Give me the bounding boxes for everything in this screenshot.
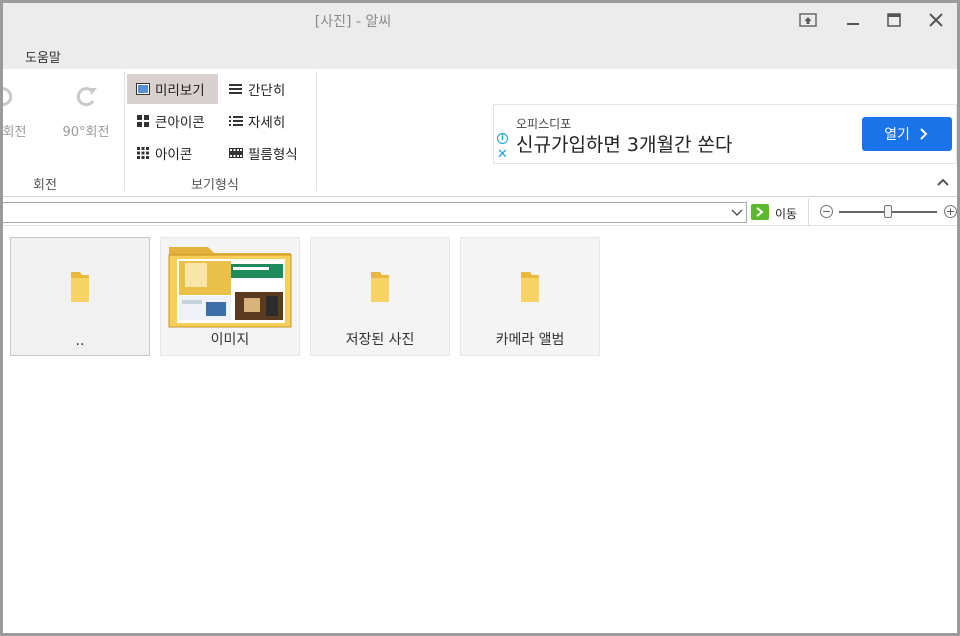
- view-filmstrip-label: 필름형식: [248, 147, 298, 163]
- filmstrip-icon: [229, 148, 243, 158]
- ribbon-separator: [316, 71, 317, 191]
- go-arrow-icon: [756, 207, 764, 217]
- view-simple-button[interactable]: 간단히: [220, 74, 306, 104]
- rotate-left-button[interactable]: 90°회전: [2, 83, 33, 153]
- minimize-button[interactable]: [836, 7, 870, 33]
- large-icons-icon: [137, 115, 149, 127]
- maximize-icon: [887, 13, 901, 27]
- preview-icon: [136, 83, 150, 95]
- app-window: [사진] - 알씨 도움말 90°회전 90°회전 회전: [0, 0, 960, 636]
- view-large-icons-button[interactable]: 큰아이콘: [127, 106, 218, 136]
- address-bar: 이동 − +: [3, 198, 957, 226]
- folder-preview-icon: [168, 247, 292, 328]
- view-filmstrip-button[interactable]: 필름형식: [220, 138, 310, 168]
- folder-icon: [71, 272, 89, 302]
- close-button[interactable]: [919, 7, 953, 33]
- pin-window-button[interactable]: [791, 7, 825, 33]
- folder-label: 카메라 앨범: [495, 332, 565, 348]
- chevron-down-icon[interactable]: [730, 205, 744, 219]
- view-small-icons-button[interactable]: 아이콘: [127, 138, 218, 168]
- rotate-right-button[interactable]: 90°회전: [56, 83, 116, 153]
- folder-label: ..: [75, 333, 85, 349]
- ad-close-icon[interactable]: ✕: [497, 148, 508, 161]
- zoom-in-icon[interactable]: +: [944, 205, 957, 218]
- pin-top-icon: [799, 13, 817, 27]
- zoom-slider-thumb[interactable]: [884, 205, 892, 218]
- rotate-right-label: 90°회전: [62, 125, 110, 140]
- view-group-label: 보기형식: [191, 178, 239, 193]
- close-icon: [929, 13, 943, 27]
- address-input[interactable]: [3, 202, 747, 223]
- minimize-icon: [847, 23, 859, 25]
- rotate-right-icon: [76, 87, 97, 107]
- view-details-label: 자세히: [248, 115, 286, 131]
- maximize-button[interactable]: [877, 7, 911, 33]
- folder-label: 저장된 사진: [345, 332, 415, 348]
- folder-item-images[interactable]: 이미지: [160, 237, 300, 356]
- go-button[interactable]: [751, 204, 769, 220]
- view-simple-label: 간단히: [248, 83, 286, 99]
- rotate-left-icon: [3, 87, 13, 107]
- chevron-right-icon: [920, 128, 928, 140]
- folder-label: 이미지: [210, 332, 250, 348]
- details-icon: [229, 116, 243, 126]
- window-title: [사진] - 알씨: [314, 14, 392, 30]
- ribbon-separator: [124, 71, 125, 191]
- address-separator: [808, 198, 809, 226]
- view-details-button[interactable]: 자세히: [220, 106, 306, 136]
- folder-item-parent[interactable]: ..: [10, 237, 150, 356]
- simple-list-icon: [229, 84, 242, 94]
- ribbon: 90°회전 90°회전 회전 미리보기 간단히 큰아이콘 자세히 아이콘: [3, 69, 957, 197]
- rotate-group-label: 회전: [33, 178, 57, 193]
- rotate-left-label: 90°회전: [2, 125, 27, 140]
- view-large-icons-label: 큰아이콘: [155, 115, 205, 131]
- title-bar: [사진] - 알씨: [3, 3, 957, 39]
- file-view: .. 이미지 저장된 사진 카메라 앨범: [3, 227, 957, 633]
- folder-item-saved-photos[interactable]: 저장된 사진: [310, 237, 450, 356]
- view-preview-label: 미리보기: [155, 83, 205, 99]
- ad-headline: 신규가입하면 3개월간 쏜다: [516, 134, 733, 156]
- small-icons-icon: [137, 147, 149, 159]
- view-preview-button[interactable]: 미리보기: [127, 74, 218, 104]
- menu-bar: 도움말: [3, 39, 957, 69]
- ad-open-button[interactable]: 열기: [862, 117, 952, 151]
- view-small-icons-label: 아이콘: [155, 147, 193, 163]
- ad-banner[interactable]: i ✕ 오피스디포 신규가입하면 3개월간 쏜다 열기: [493, 104, 957, 164]
- menu-help[interactable]: 도움말: [25, 47, 61, 66]
- collapse-ribbon-icon[interactable]: [937, 177, 949, 187]
- go-label[interactable]: 이동: [775, 205, 797, 222]
- folder-item-camera-album[interactable]: 카메라 앨범: [460, 237, 600, 356]
- folder-icon: [521, 272, 539, 302]
- ad-open-label: 열기: [884, 127, 910, 143]
- zoom-out-icon[interactable]: −: [820, 205, 833, 218]
- folder-icon: [371, 272, 389, 302]
- ad-info-icon[interactable]: i: [497, 133, 508, 144]
